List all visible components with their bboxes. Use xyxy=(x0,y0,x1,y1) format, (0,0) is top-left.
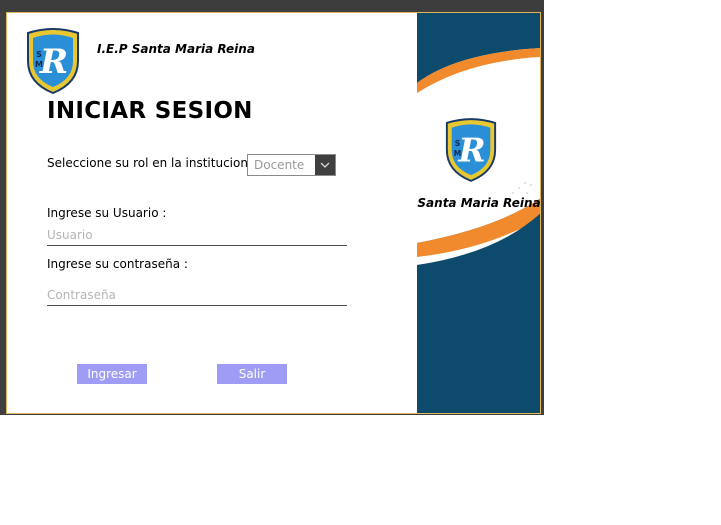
svg-text:M: M xyxy=(454,149,462,158)
svg-text:R: R xyxy=(457,131,485,170)
decorative-wave xyxy=(417,48,540,413)
school-crest-icon: R S M xyxy=(27,28,79,95)
window-titlebar xyxy=(0,0,544,10)
chevron-down-icon[interactable] xyxy=(315,155,335,175)
role-label: Seleccione su rol en la institucion : xyxy=(47,156,256,170)
password-label: Ingrese su contraseña : xyxy=(47,257,188,271)
brand-panel: R S M Santa Maria Reina xyxy=(417,13,541,413)
username-label: Ingrese su Usuario : xyxy=(47,206,167,220)
svg-text:S: S xyxy=(36,50,42,59)
role-select[interactable]: Docente xyxy=(247,154,336,176)
username-input[interactable] xyxy=(47,225,347,246)
svg-text:R: R xyxy=(39,42,68,82)
login-window: R S M I.E.P Santa Maria Reina INICIAR SE… xyxy=(6,12,541,414)
login-button[interactable]: Ingresar xyxy=(77,364,147,384)
login-panel: R S M I.E.P Santa Maria Reina INICIAR SE… xyxy=(7,13,417,413)
password-input[interactable] xyxy=(47,285,347,306)
brand-name: Santa Maria Reina xyxy=(417,196,541,210)
role-selected-value: Docente xyxy=(254,158,305,172)
svg-text:M: M xyxy=(35,60,43,69)
school-crest-icon: R S M xyxy=(445,118,497,182)
school-title: I.E.P Santa Maria Reina xyxy=(97,42,255,56)
svg-text:S: S xyxy=(455,139,461,148)
page-title: INICIAR SESION xyxy=(47,98,253,124)
exit-button[interactable]: Salir xyxy=(217,364,287,384)
